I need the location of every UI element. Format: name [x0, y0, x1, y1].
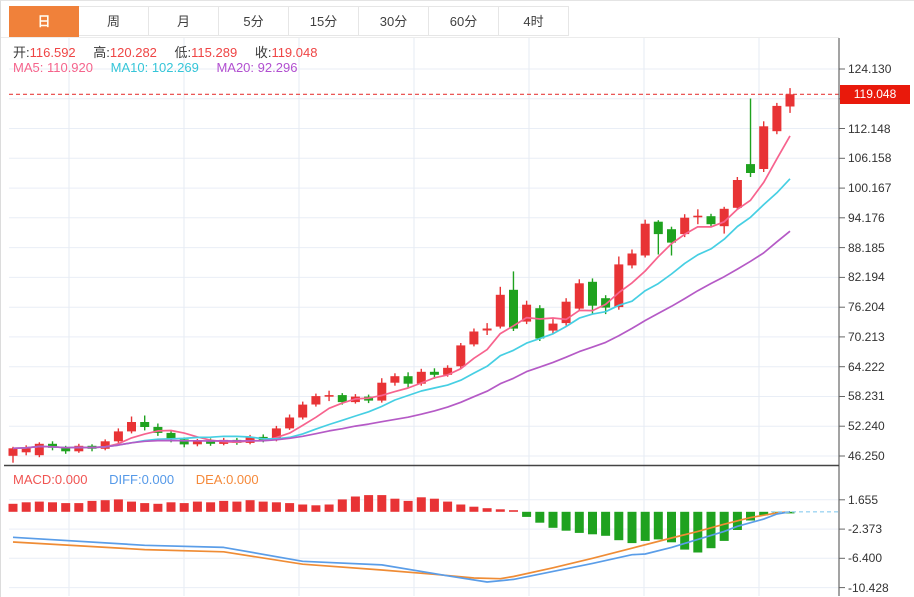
price-axis-label: 58.231 [848, 389, 885, 404]
price-axis-label: 94.176 [848, 210, 885, 225]
macd-axis-label: 1.655 [848, 492, 879, 507]
ma5-value: 110.920 [46, 60, 93, 75]
macd-axis-label: -6.400 [848, 551, 883, 566]
ma20-label: MA20: [216, 60, 255, 75]
low-value: 115.289 [191, 45, 238, 60]
price-axis-label: 52.240 [848, 419, 885, 434]
dea-value: 0.000 [226, 472, 259, 487]
price-axis-label: 100.167 [848, 181, 892, 196]
open-value: 116.592 [29, 45, 76, 60]
price-axis-label: 124.130 [848, 62, 892, 76]
close-label: 收: [254, 45, 272, 60]
macd-value: 0.000 [54, 472, 88, 487]
current-price-badge: 119.048 [840, 84, 910, 104]
macd-readout: MACD:0.000 DIFF:0.000 DEA:0.000 [13, 472, 277, 487]
price-axis-label: 106.158 [848, 151, 892, 166]
tab-60min[interactable]: 60分 [429, 6, 499, 36]
macd-axis-label: -2.373 [848, 522, 883, 537]
candlestick-chart[interactable] [1, 1, 914, 597]
diff-value: 0.000 [141, 472, 175, 487]
price-axis-label: 64.222 [848, 359, 885, 374]
ma10-label: MA10: [110, 60, 149, 75]
ma10-value: 102.269 [151, 60, 199, 75]
high-value: 120.282 [109, 45, 157, 60]
chart-app: 日 周 月 5分 15分 30分 60分 4时 开:116.592 高:120.… [0, 0, 914, 597]
tab-4hour[interactable]: 4时 [499, 6, 569, 36]
tab-week[interactable]: 周 [79, 6, 149, 36]
tab-month[interactable]: 月 [149, 6, 219, 36]
macd-label: MACD: [13, 472, 55, 487]
diff-label: DIFF: [109, 472, 142, 487]
ma-readout: MA5: 110.920 MA10: 102.269 MA20: 92.296 [13, 60, 311, 75]
tab-day[interactable]: 日 [9, 6, 79, 37]
open-label: 开: [13, 45, 30, 60]
price-axis-label: 76.204 [848, 300, 885, 315]
tab-15min[interactable]: 15分 [289, 6, 359, 36]
high-label: 高: [93, 45, 110, 60]
period-tabbar: 日 周 月 5分 15分 30分 60分 4时 [9, 6, 569, 37]
price-axis-label: 70.213 [848, 329, 885, 344]
price-axis-label: 46.250 [848, 449, 885, 463]
dea-label: DEA: [195, 472, 227, 487]
ma5-label: MA5: [13, 60, 44, 75]
ma20-value: 92.296 [257, 60, 298, 75]
close-value: 119.048 [271, 45, 318, 60]
ohlc-readout: 开:116.592 高:120.282 低:115.289 收:119.048 [13, 42, 331, 61]
low-label: 低: [174, 45, 192, 60]
macd-axis-label: -10.428 [848, 580, 889, 595]
price-axis-label: 82.194 [848, 270, 885, 285]
tab-5min[interactable]: 5分 [219, 6, 289, 36]
price-axis-label: 112.148 [848, 121, 891, 136]
price-axis-label: 88.185 [848, 240, 885, 255]
tab-30min[interactable]: 30分 [359, 6, 429, 36]
